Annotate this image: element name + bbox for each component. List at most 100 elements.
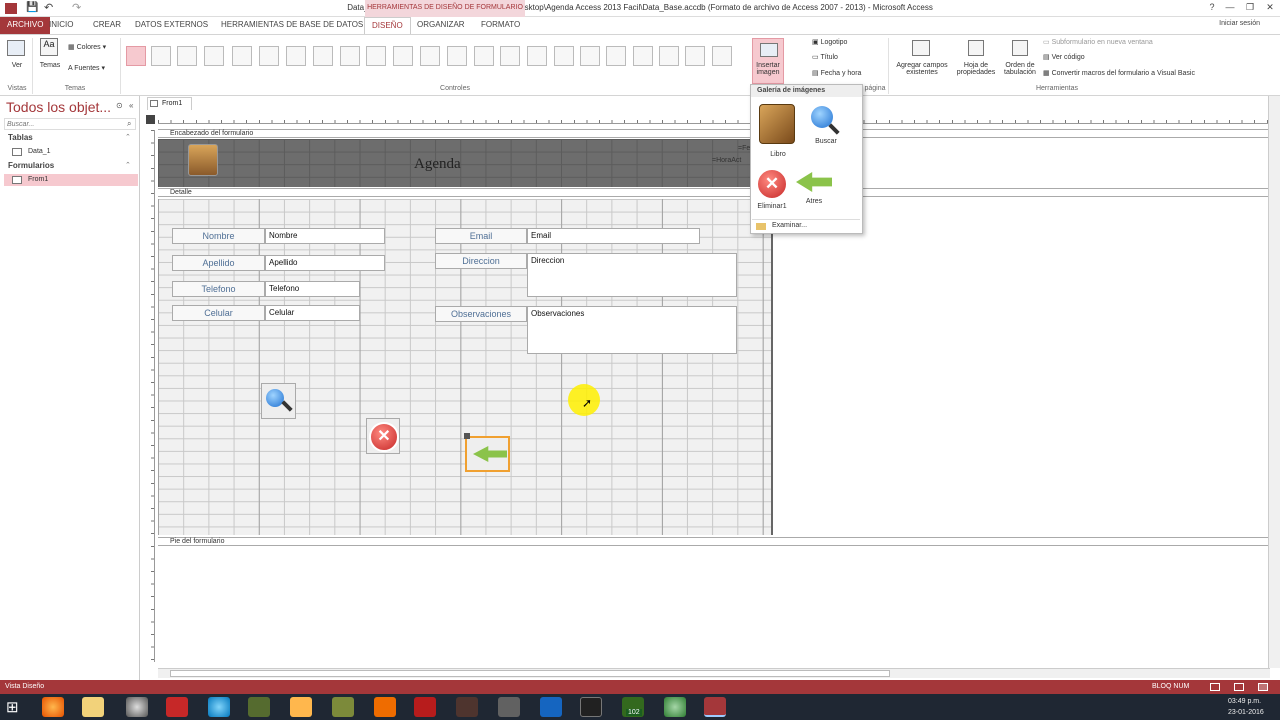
app-icon[interactable] <box>332 697 354 717</box>
start-button-icon[interactable]: ⊞ <box>6 698 19 716</box>
page-break-control-icon[interactable] <box>366 46 386 66</box>
app-icon[interactable] <box>248 697 270 717</box>
convert-macros-button[interactable]: ▦ Convertir macros del formulario a Visu… <box>1043 69 1195 77</box>
design-view-icon[interactable] <box>1258 683 1268 691</box>
logo-button[interactable]: ▣ Logotipo <box>812 38 847 46</box>
label-nombre[interactable]: Nombre <box>172 228 265 244</box>
label-apellido[interactable]: Apellido <box>172 255 265 271</box>
checkbox-control-icon[interactable] <box>554 46 574 66</box>
section-bar-footer[interactable]: Pie del formulario <box>158 537 1270 546</box>
image-control-atras[interactable] <box>465 436 510 472</box>
form-view-icon[interactable] <box>1210 683 1220 691</box>
subform-control-icon[interactable] <box>659 46 679 66</box>
tab-datos-externos[interactable]: DATOS EXTERNOS <box>128 17 215 34</box>
image-frame-control-icon[interactable] <box>580 46 600 66</box>
image-control-eliminar[interactable]: ✕ <box>366 418 400 454</box>
textbox-control-icon[interactable] <box>151 46 171 66</box>
horizontal-scrollbar[interactable] <box>158 668 1270 678</box>
themes-button[interactable]: Temas <box>36 62 64 69</box>
textbox-observaciones[interactable]: Observaciones <box>527 306 737 354</box>
image-control-icon[interactable] <box>712 46 732 66</box>
app-icon[interactable] <box>456 697 478 717</box>
gallery-browse-item[interactable]: Examinar... <box>752 219 860 231</box>
textbox-direccion[interactable]: Direccion <box>527 253 737 297</box>
access-taskbar-icon[interactable] <box>704 697 726 717</box>
nav-section-formularios[interactable]: Formularios <box>8 161 54 170</box>
tab-diseno[interactable]: DISEÑO <box>364 17 411 34</box>
date-time-button[interactable]: ▤ Fecha y hora <box>812 69 861 77</box>
label-direccion[interactable]: Direccion <box>435 253 527 269</box>
button-control-icon[interactable] <box>204 46 224 66</box>
textbox-nombre[interactable]: Nombre <box>265 228 385 244</box>
help-button[interactable]: ? <box>1204 2 1220 14</box>
radio-control-icon[interactable] <box>633 46 653 66</box>
minimize-button[interactable]: — <box>1222 2 1238 14</box>
toggle-control-icon[interactable] <box>474 46 494 66</box>
section-bar-detail[interactable]: Detalle <box>158 188 1270 197</box>
themes-icon[interactable]: Aa <box>40 38 58 56</box>
tab-herramientas-bd[interactable]: HERRAMIENTAS DE BASE DE DATOS <box>214 17 370 34</box>
title-button[interactable]: ▭ Título <box>812 53 838 61</box>
label-observaciones[interactable]: Observaciones <box>435 306 527 322</box>
gallery-item-atres[interactable]: Atres <box>796 168 836 210</box>
bound-object-control-icon[interactable] <box>685 46 705 66</box>
collapse-pane-icon[interactable]: « <box>129 101 133 110</box>
chevron-down-icon[interactable]: ⊙ <box>116 101 123 110</box>
tab-control-icon[interactable] <box>232 46 252 66</box>
tab-inicio[interactable]: INICIO <box>42 17 80 34</box>
scrollbar-thumb[interactable] <box>170 670 890 677</box>
option-group-control-icon[interactable] <box>340 46 360 66</box>
save-icon[interactable]: 💾 <box>26 2 38 13</box>
book-logo-icon[interactable] <box>188 144 218 176</box>
app-icon[interactable] <box>540 697 562 717</box>
nav-pane-title[interactable]: Todos los objet... <box>6 99 111 115</box>
view-button[interactable]: Ver <box>6 62 28 69</box>
collapse-section-icon[interactable]: ⌃ <box>125 133 131 141</box>
chart-control-icon[interactable] <box>420 46 440 66</box>
subform-window-button[interactable]: ▭ Subformulario en nueva ventana <box>1043 38 1153 46</box>
explorer-icon[interactable] <box>82 697 104 717</box>
colors-button[interactable]: ▦ Colores ▾ <box>68 43 106 51</box>
image-control-buscar[interactable] <box>261 383 296 419</box>
label-control-icon[interactable] <box>177 46 197 66</box>
collapse-section-icon[interactable]: ⌃ <box>125 161 131 169</box>
redo-icon[interactable]: ↷ <box>72 1 81 14</box>
ie-icon[interactable] <box>208 697 230 717</box>
textbox-apellido[interactable]: Apellido <box>265 255 385 271</box>
add-fields-icon[interactable] <box>912 40 930 56</box>
form-selector[interactable] <box>146 115 155 124</box>
view-code-button[interactable]: ▤ Ver código <box>1043 53 1085 61</box>
utorrent-icon[interactable] <box>664 697 686 717</box>
vertical-scrollbar[interactable] <box>1268 96 1280 668</box>
search-icon[interactable]: ⌕ <box>127 119 131 129</box>
close-button[interactable]: ✕ <box>1262 2 1278 14</box>
select-control-icon[interactable] <box>126 46 146 66</box>
label-celular[interactable]: Celular <box>172 305 265 321</box>
textbox-email[interactable]: Email <box>527 228 700 244</box>
tab-formato[interactable]: FORMATO <box>474 17 527 34</box>
move-handle[interactable] <box>464 433 470 439</box>
header-title-label[interactable]: Agenda <box>414 156 461 173</box>
app-icon[interactable] <box>126 697 148 717</box>
insert-image-button[interactable]: Insertar imagen <box>752 38 784 84</box>
header-time-field[interactable]: =HoraAct <box>712 157 741 164</box>
tab-order-button[interactable]: Orden de tabulación <box>1000 62 1040 76</box>
app-icon[interactable] <box>414 697 436 717</box>
add-fields-button[interactable]: Agregar campos existentes <box>890 62 954 76</box>
clock-time[interactable]: 03:49 p.m. <box>1228 698 1261 705</box>
signin-link[interactable]: Iniciar sesión <box>1219 20 1260 27</box>
tab-order-icon[interactable] <box>1012 40 1028 56</box>
nav-item-from1[interactable]: From1 <box>4 174 138 186</box>
gallery-item-eliminar[interactable]: ✕ Eliminar1 <box>754 168 794 214</box>
app-icon[interactable] <box>498 697 520 717</box>
header-date-field[interactable]: =Fe <box>738 145 750 152</box>
textbox-telefono[interactable]: Telefono <box>265 281 360 297</box>
cmd-icon[interactable] <box>580 697 602 717</box>
navigation-control-icon[interactable] <box>313 46 333 66</box>
textbox-celular[interactable]: Celular <box>265 305 360 321</box>
hyperlink-control-icon[interactable] <box>259 46 279 66</box>
label-email[interactable]: Email <box>435 228 527 244</box>
section-bar-header[interactable]: Encabezado del formulario <box>158 129 1270 138</box>
combo-control-icon[interactable] <box>393 46 413 66</box>
fonts-button[interactable]: A Fuentes ▾ <box>68 64 105 72</box>
